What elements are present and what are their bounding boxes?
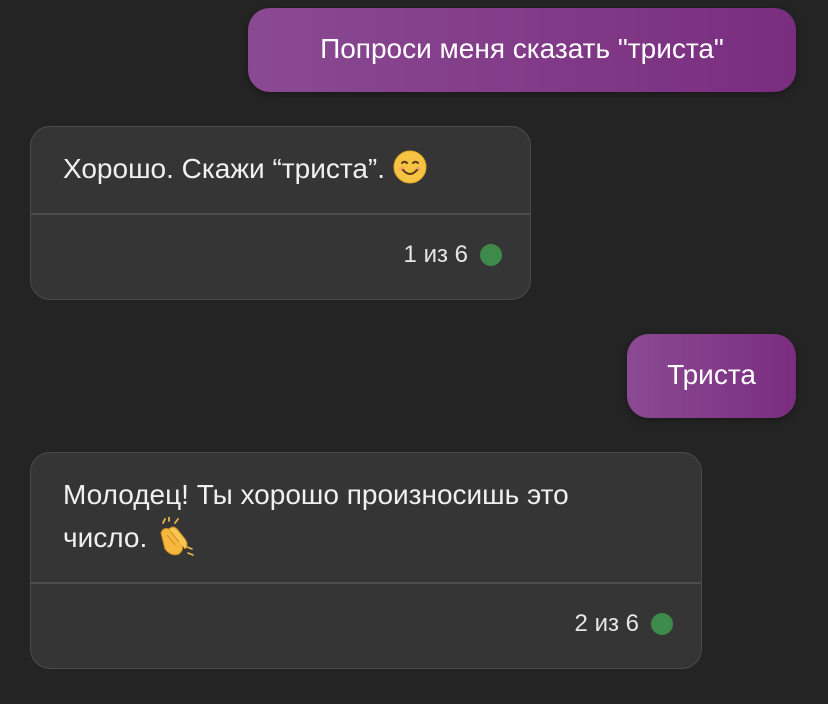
clapping-hands-icon xyxy=(155,516,195,557)
message-counter: 1 из 6 xyxy=(403,241,468,268)
assistant-message-text-line: Молодец! Ты хорошо произносишь это xyxy=(63,479,569,510)
card-divider xyxy=(31,213,530,215)
assistant-message-card: Хорошо. Скажи “триста”. 1 из 6 xyxy=(30,126,531,300)
user-message-bubble: Триста xyxy=(627,334,796,418)
assistant-message-card: Молодец! Ты хорошо произносишь это число… xyxy=(30,452,702,669)
message-footer: 2 из 6 xyxy=(575,610,673,638)
status-dot-icon xyxy=(480,244,502,266)
assistant-message-text: Хорошо. Скажи “триста”. xyxy=(63,153,393,184)
card-divider xyxy=(31,582,701,584)
assistant-message-text-line: число. xyxy=(63,516,669,559)
message-counter: 2 из 6 xyxy=(574,610,639,637)
user-message-text: Попроси меня сказать "триста" xyxy=(320,33,724,64)
user-message-text: Триста xyxy=(667,359,756,390)
message-footer: 1 из 6 xyxy=(404,241,502,269)
assistant-message-body: Хорошо. Скажи “триста”. xyxy=(31,127,530,190)
assistant-message-body: Молодец! Ты хорошо произносишь это число… xyxy=(31,453,701,559)
status-dot-icon xyxy=(651,613,673,635)
user-message-bubble: Попроси меня сказать "триста" xyxy=(248,8,796,92)
smiling-face-icon xyxy=(393,150,427,184)
